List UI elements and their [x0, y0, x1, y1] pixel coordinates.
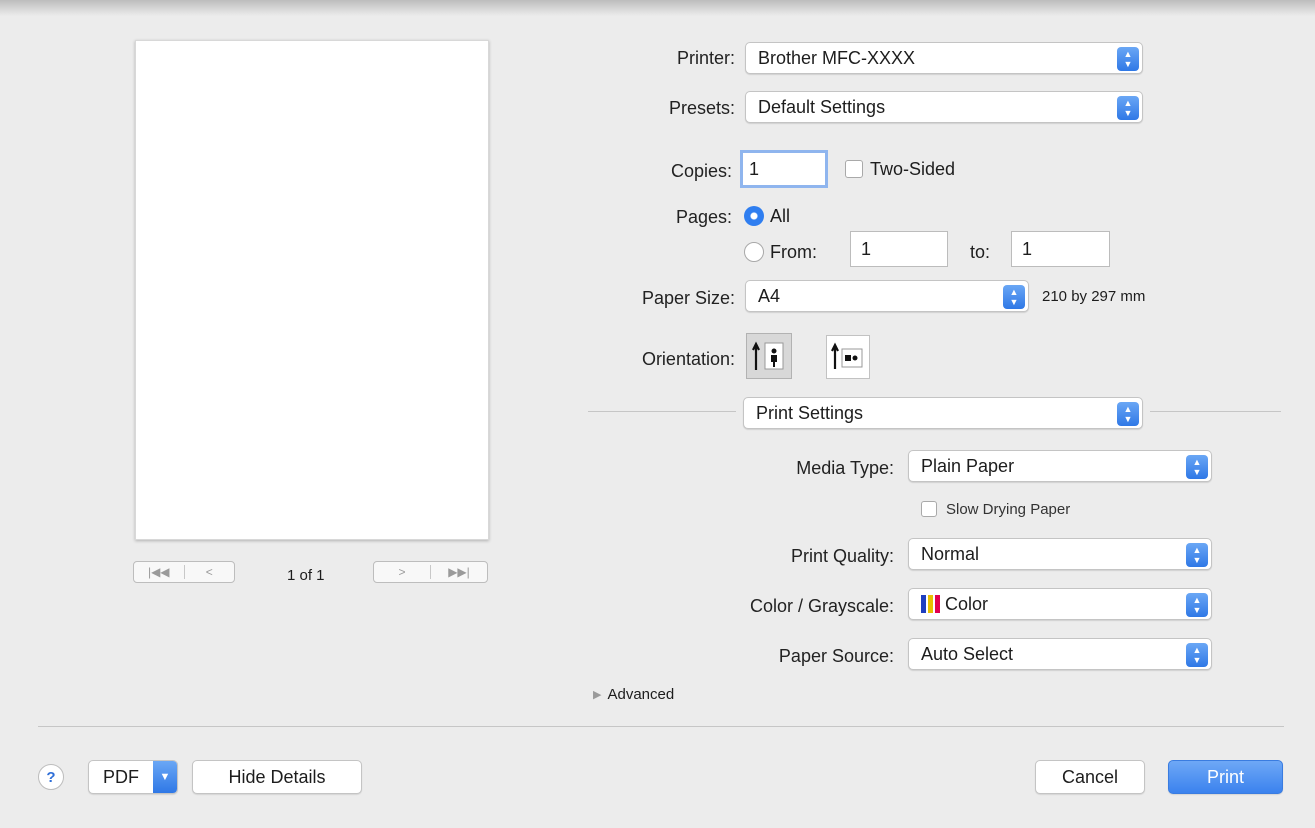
copies-label: Copies: — [670, 161, 732, 181]
last-page-icon[interactable]: ▶▶| — [431, 565, 487, 579]
hide-details-label: Hide Details — [228, 766, 326, 787]
preview-nav-forward-group[interactable]: > ▶▶| — [373, 561, 488, 583]
print-settings-value: Print Settings — [756, 402, 864, 423]
paper-size-popup[interactable]: A4 ▲ ▼ — [745, 280, 1029, 312]
popup-arrows-icon: ▲ ▼ — [1117, 47, 1139, 71]
pages-from-label: From: — [770, 242, 817, 262]
print-quality-value: Normal — [921, 543, 980, 564]
first-page-icon[interactable]: |◀◀ — [134, 565, 184, 579]
presets-label: Presets: — [668, 98, 735, 118]
copies-value: 1 — [749, 158, 760, 179]
paper-size-value: A4 — [758, 285, 781, 306]
page-indicator: 1 of 1 — [287, 567, 325, 584]
print-quality-popup[interactable]: Normal ▲ ▼ — [908, 538, 1212, 570]
pdf-menu-button[interactable]: PDF ▼ — [88, 760, 178, 794]
pages-from-radio[interactable] — [744, 242, 764, 262]
cancel-label: Cancel — [1061, 766, 1119, 787]
printer-label: Printer: — [676, 48, 735, 68]
portrait-option[interactable] — [746, 333, 792, 379]
media-type-popup[interactable]: Plain Paper ▲ ▼ — [908, 450, 1212, 482]
page-preview — [135, 40, 489, 540]
popup-arrows-icon: ▲ ▼ — [1186, 543, 1208, 567]
paper-source-popup[interactable]: Auto Select ▲ ▼ — [908, 638, 1212, 670]
cancel-button[interactable]: Cancel — [1035, 760, 1145, 794]
popup-arrows-icon: ▲ ▼ — [1186, 455, 1208, 479]
color-grayscale-popup[interactable]: Color ▲ ▼ — [908, 588, 1212, 620]
media-type-label: Media Type: — [796, 458, 894, 478]
pages-all-label: All — [770, 206, 791, 226]
hide-details-button[interactable]: Hide Details — [192, 760, 362, 794]
orientation-label: Orientation: — [641, 349, 735, 369]
portrait-icon — [752, 341, 784, 370]
advanced-label: Advanced — [607, 686, 675, 703]
window-top-shadow — [0, 0, 1315, 16]
printer-value: Brother MFC-XXXX — [758, 47, 916, 68]
section-divider-right — [1150, 411, 1281, 412]
pages-to-value: 1 — [1022, 238, 1033, 259]
print-quality-label: Print Quality: — [790, 546, 894, 566]
media-type-value: Plain Paper — [921, 455, 1015, 476]
pages-label: Pages: — [675, 207, 732, 227]
popup-arrows-icon: ▲ ▼ — [1186, 593, 1208, 617]
landscape-icon — [831, 342, 863, 369]
presets-value: Default Settings — [758, 96, 886, 117]
help-icon: ? — [46, 768, 56, 786]
color-grayscale-value: Color — [945, 593, 989, 614]
landscape-option[interactable] — [826, 335, 870, 379]
two-sided-checkbox[interactable] — [845, 160, 863, 178]
pdf-label: PDF — [103, 766, 139, 787]
paper-source-value: Auto Select — [921, 643, 1014, 664]
help-button[interactable]: ? — [38, 764, 64, 790]
popup-arrows-icon: ▲ ▼ — [1186, 643, 1208, 667]
popup-arrows-icon: ▲ ▼ — [1003, 285, 1025, 309]
color-swatch-icon — [921, 595, 940, 613]
slow-drying-checkbox[interactable] — [921, 501, 937, 517]
popup-arrows-icon: ▲ ▼ — [1117, 96, 1139, 120]
advanced-disclosure[interactable]: ▶ Advanced — [593, 686, 674, 703]
chevron-down-icon: ▼ — [153, 761, 177, 793]
pages-from-value: 1 — [861, 238, 872, 259]
printer-popup[interactable]: Brother MFC-XXXX ▲ ▼ — [745, 42, 1143, 74]
paper-size-dimensions: 210 by 297 mm — [1042, 288, 1146, 305]
print-settings-popup[interactable]: Print Settings ▲ ▼ — [743, 397, 1143, 429]
section-divider-left — [588, 411, 736, 412]
presets-popup[interactable]: Default Settings ▲ ▼ — [745, 91, 1143, 123]
previous-page-icon[interactable]: < — [185, 565, 235, 579]
print-button[interactable]: Print — [1168, 760, 1283, 794]
disclosure-triangle-icon: ▶ — [593, 689, 602, 701]
color-grayscale-label: Color / Grayscale: — [749, 596, 894, 616]
next-page-icon[interactable]: > — [374, 565, 430, 579]
paper-size-label: Paper Size: — [641, 288, 735, 308]
preview-nav-back-group[interactable]: |◀◀ < — [133, 561, 235, 583]
paper-source-label: Paper Source: — [778, 646, 894, 666]
copies-field[interactable]: 1 — [740, 150, 828, 188]
slow-drying-label: Slow Drying Paper — [946, 501, 1071, 518]
pages-from-field[interactable]: 1 — [850, 231, 948, 267]
two-sided-label: Two-Sided — [870, 159, 956, 179]
pages-to-label: to: — [970, 242, 991, 262]
footer-divider — [38, 726, 1284, 727]
popup-arrows-icon: ▲ ▼ — [1117, 402, 1139, 426]
print-label: Print — [1206, 766, 1244, 787]
pages-all-radio[interactable] — [744, 206, 764, 226]
pages-to-field[interactable]: 1 — [1011, 231, 1110, 267]
